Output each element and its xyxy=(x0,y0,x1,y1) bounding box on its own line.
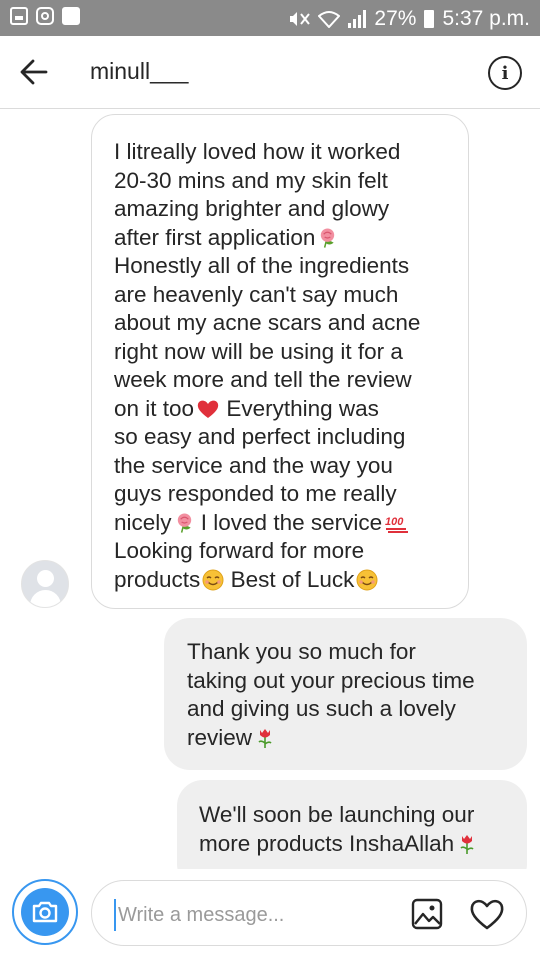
message-line: guys responded to me really xyxy=(114,481,397,506)
tulip-emoji xyxy=(258,728,272,748)
red-heart-emoji xyxy=(197,400,219,418)
smiling-face-emoji xyxy=(202,569,224,590)
message-line: taking out your precious time xyxy=(187,667,475,693)
message-text: I loved the service xyxy=(194,509,383,535)
message-text: review xyxy=(187,724,253,750)
message-text: on it too xyxy=(114,395,195,421)
battery-percentage: 27% xyxy=(374,7,417,30)
message-line: and giving us such a lovely xyxy=(187,696,456,721)
message-line: nicely I loved the service 100 xyxy=(114,509,454,538)
message-line: Honestly all of the ingredients xyxy=(114,253,410,278)
gallery-icon xyxy=(411,898,443,930)
message-line: We'll soon be launching our xyxy=(199,802,475,827)
message-line: about my acne scars and acne xyxy=(114,310,421,335)
message-line: so easy and perfect including xyxy=(114,424,406,449)
message-text: after first application xyxy=(114,224,316,250)
message-text: nicely xyxy=(114,509,172,535)
message-thread[interactable]: I litreally loved how it worked 20-30 mi… xyxy=(0,109,540,869)
notification-icons xyxy=(10,7,80,25)
info-icon: i xyxy=(501,62,509,84)
gallery-button[interactable] xyxy=(410,897,444,931)
conversation-header: minull___ i xyxy=(0,36,540,109)
signal-icon xyxy=(348,10,367,28)
battery-icon xyxy=(424,10,435,28)
message-line: products Best of Luck xyxy=(114,566,454,595)
message-line: the service and the way you xyxy=(114,452,393,478)
message-line: after first application xyxy=(114,224,454,253)
message-line: review xyxy=(187,724,515,753)
sent-message-bubble[interactable]: We'll soon be launching our more product… xyxy=(177,780,527,869)
camera-icon xyxy=(32,901,58,923)
message-text: Everything was xyxy=(220,395,379,421)
conversation-username[interactable]: minull___ xyxy=(90,58,188,85)
message-input-container xyxy=(91,880,527,946)
status-bar: 27% 5:37 p.m. xyxy=(0,0,540,36)
hundred-emoji: 100 xyxy=(385,516,409,533)
message-line: Thank you so much for xyxy=(187,639,416,664)
message-line: week more and tell the review xyxy=(114,367,412,392)
info-button[interactable]: i xyxy=(488,56,522,90)
message-input[interactable] xyxy=(114,899,390,931)
back-button[interactable] xyxy=(18,56,50,88)
sent-message-bubble[interactable]: Thank you so much for taking out your pr… xyxy=(164,618,527,770)
rose-emoji xyxy=(177,512,191,533)
instagram-notification-icon xyxy=(36,7,54,25)
rose-emoji xyxy=(321,227,335,248)
received-message-bubble[interactable]: I litreally loved how it worked 20-30 mi… xyxy=(91,114,469,609)
heart-icon xyxy=(470,899,504,930)
smiling-face-emoji xyxy=(356,569,378,590)
svg-text:100: 100 xyxy=(385,516,404,528)
tulip-emoji xyxy=(460,834,474,854)
message-text: Best of Luck xyxy=(224,566,355,592)
message-line: on it too Everything was xyxy=(114,395,454,424)
gallery-notification-icon xyxy=(10,7,28,25)
message-text: products xyxy=(114,566,201,592)
system-indicators: 27% 5:37 p.m. xyxy=(288,7,530,31)
message-line: are heavenly can't say much xyxy=(114,281,399,307)
message-text: more products InshaAllah xyxy=(199,830,455,856)
mute-icon xyxy=(290,12,311,26)
like-button[interactable] xyxy=(468,896,506,932)
message-line: I litreally loved how it worked xyxy=(114,139,401,164)
message-line: amazing brighter and glowy xyxy=(114,196,390,221)
message-line: 20-30 mins and my skin felt xyxy=(114,167,388,193)
clock: 5:37 p.m. xyxy=(442,7,530,30)
back-arrow-icon xyxy=(20,59,48,85)
message-composer xyxy=(0,869,540,960)
message-line: Looking forward for more xyxy=(114,538,365,563)
message-line: right now will be using it for a xyxy=(114,338,403,364)
wifi-icon xyxy=(318,11,341,28)
avatar[interactable] xyxy=(21,560,69,608)
recycle-notification-icon xyxy=(62,7,80,25)
message-line: more products InshaAllah xyxy=(199,830,515,859)
camera-button[interactable] xyxy=(12,879,78,945)
